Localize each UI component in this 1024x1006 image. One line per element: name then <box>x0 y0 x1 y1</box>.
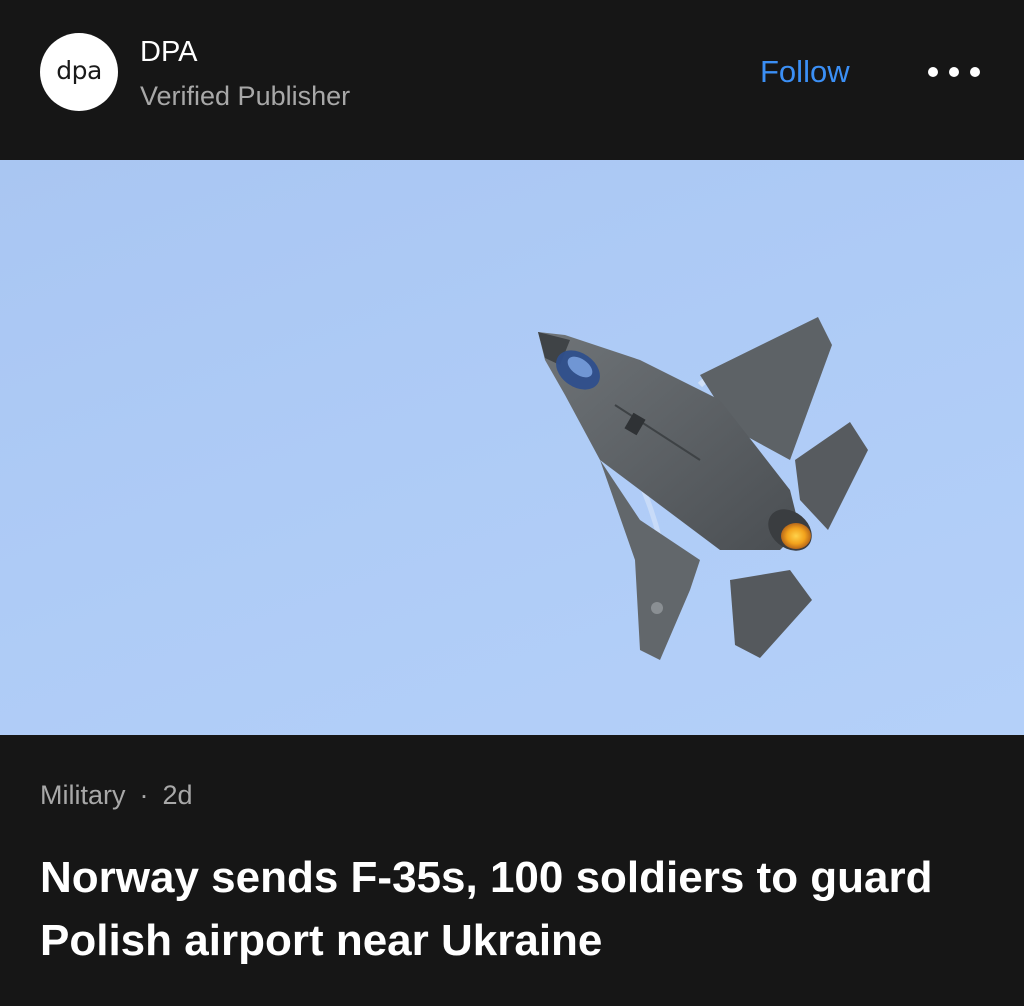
article-meta: Military · 2d <box>40 780 193 811</box>
article-hero-image[interactable] <box>0 160 1024 735</box>
meta-separator: · <box>139 780 149 810</box>
article-age: 2d <box>162 780 193 810</box>
fighter-jet-image <box>538 317 868 660</box>
article-headline[interactable]: Norway sends F-35s, 100 soldiers to guar… <box>40 846 980 972</box>
publisher-header: dpa DPA Verified Publisher Follow <box>0 0 1024 160</box>
publisher-avatar[interactable]: dpa <box>40 33 118 111</box>
publisher-verified-label: Verified Publisher <box>140 81 351 111</box>
follow-button[interactable]: Follow <box>760 54 850 90</box>
more-options-icon[interactable] <box>928 62 980 82</box>
publisher-name[interactable]: DPA <box>140 36 197 69</box>
article-category[interactable]: Military <box>40 780 126 810</box>
publisher-logo-text: dpa <box>56 55 102 85</box>
